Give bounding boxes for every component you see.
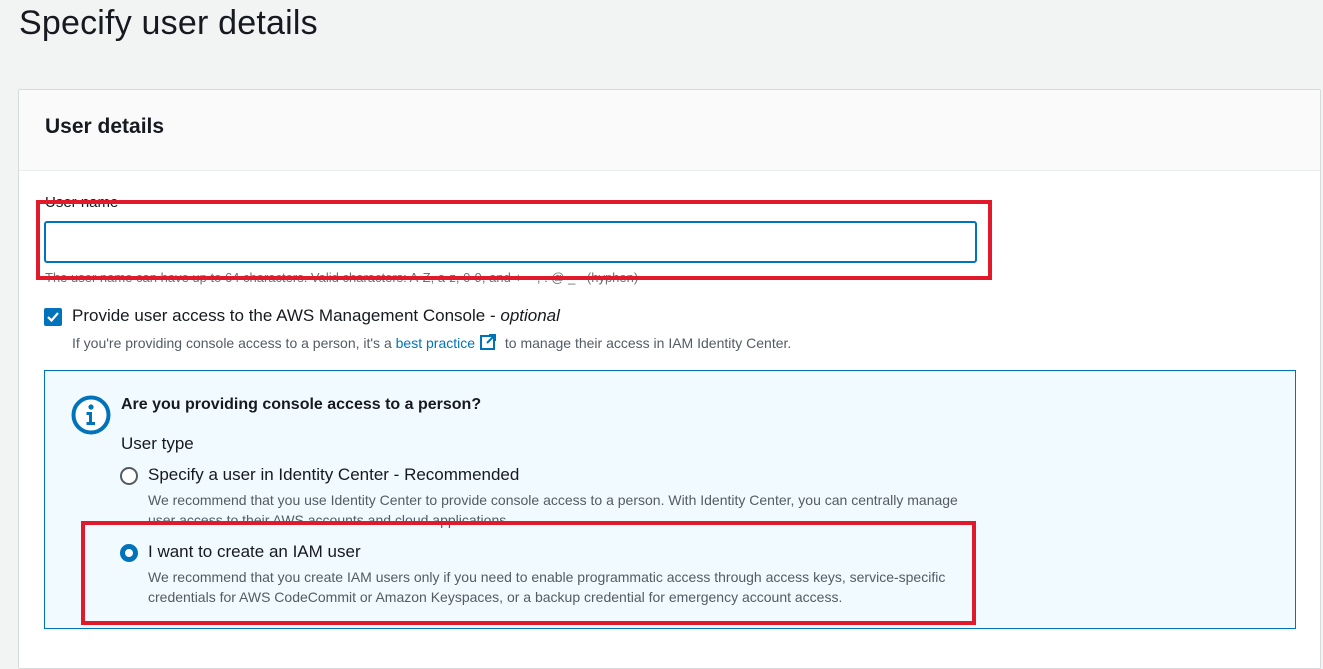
checkmark-icon <box>47 312 59 323</box>
radio-iam-user-label[interactable]: I want to create an IAM user <box>148 542 361 562</box>
radio-identity-center-label[interactable]: Specify a user in Identity Center - Reco… <box>148 465 519 485</box>
username-input[interactable] <box>44 221 977 263</box>
user-type-label: User type <box>121 434 194 453</box>
console-access-info-box: Are you providing console access to a pe… <box>44 370 1296 629</box>
desc-before: If you're providing console access to a … <box>72 335 396 351</box>
panel-header: User details <box>19 90 1320 171</box>
panel-title: User details <box>45 115 165 138</box>
console-access-desc: If you're providing console access to a … <box>72 333 791 354</box>
console-access-label[interactable]: Provide user access to the AWS Managemen… <box>72 306 560 326</box>
radio-iam-user[interactable] <box>120 544 138 562</box>
optional-tag: optional <box>500 306 560 325</box>
desc-after: to manage their access in IAM Identity C… <box>501 335 792 351</box>
user-details-panel: User details User name The user name can… <box>18 89 1321 669</box>
radio-iam-user-desc: We recommend that you create IAM users o… <box>148 569 946 605</box>
radio-identity-center[interactable] <box>120 467 138 485</box>
console-access-label-text: Provide user access to the AWS Managemen… <box>72 306 501 325</box>
username-label: User name <box>45 194 119 211</box>
external-link-icon[interactable] <box>479 333 497 354</box>
info-box-title: Are you providing console access to a pe… <box>121 396 482 413</box>
page-title: Specify user details <box>19 4 318 42</box>
radio-identity-center-desc: We recommend that you use Identity Cente… <box>148 492 958 528</box>
best-practice-link[interactable]: best practice <box>396 335 475 351</box>
username-hint: The user name can have up to 64 characte… <box>45 270 639 285</box>
info-circle-icon <box>71 395 111 440</box>
console-access-checkbox[interactable] <box>44 308 62 326</box>
